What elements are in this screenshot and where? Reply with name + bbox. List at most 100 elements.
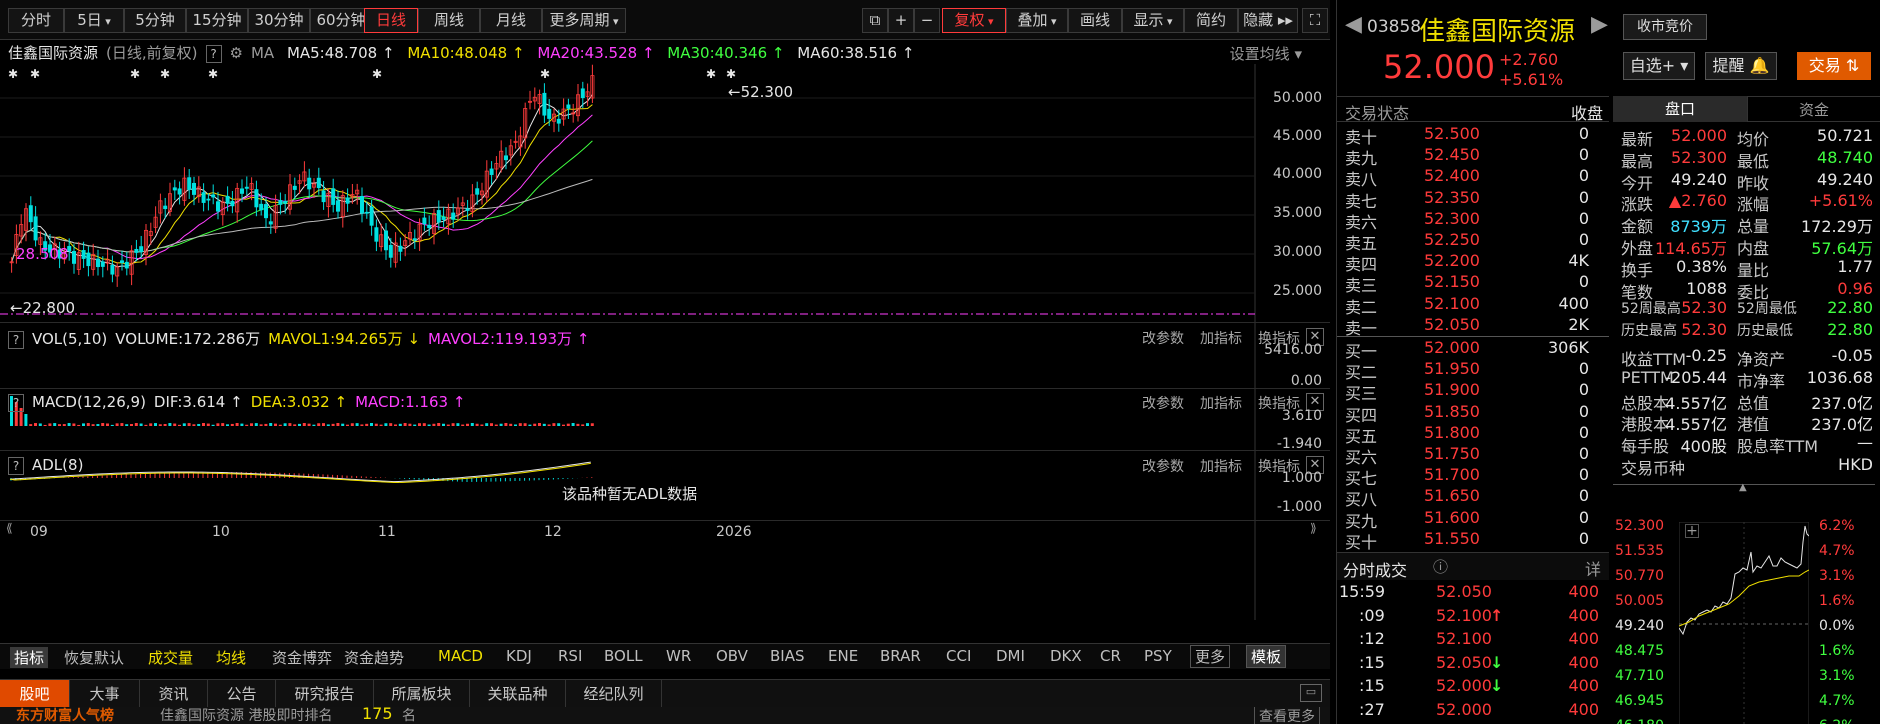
indicator-tab-17[interactable]: DKX <box>1050 647 1082 665</box>
asks-row[interactable]: 卖十 52.500 0 <box>1345 124 1607 147</box>
period-button-5min[interactable]: 5分钟 <box>124 8 186 33</box>
tab-broker-queue[interactable]: 经纪队列 <box>566 680 662 708</box>
display-button[interactable]: 显示 <box>1122 8 1184 33</box>
fullscreen-icon[interactable]: ⛶ <box>1302 8 1328 33</box>
ticks-detail-button[interactable]: 详 <box>1585 556 1601 580</box>
indicator-tab-16[interactable]: DMI <box>996 647 1025 665</box>
indicator-tab-0[interactable]: 指标 <box>10 647 49 668</box>
tab-related[interactable]: 关联品种 <box>470 680 566 708</box>
next-stock-icon[interactable]: ▶ <box>1591 12 1608 37</box>
indicator-tab-4[interactable]: 资金博弈 <box>272 647 332 668</box>
tab-funds[interactable]: 资金 <box>1747 96 1880 122</box>
tab-sectors[interactable]: 所属板块 <box>374 680 470 708</box>
period-button-monthly[interactable]: 月线 <box>480 8 542 33</box>
add-indicator-link[interactable]: 加指标 <box>1200 459 1242 475</box>
view-more-button[interactable]: 查看更多 <box>1254 707 1320 724</box>
panel-toggle-icon[interactable]: ▭ <box>1300 684 1322 702</box>
bids-row[interactable]: 买五 51.800 0 <box>1345 423 1607 446</box>
indicator-tab-14[interactable]: BRAR <box>880 647 921 665</box>
tab-news[interactable]: 资讯 <box>140 680 208 708</box>
indicator-tab-6[interactable]: MACD <box>438 647 483 665</box>
info-icon[interactable]: ⓘ <box>1433 556 1448 577</box>
adjust-button[interactable]: 复权 <box>942 8 1006 33</box>
alert-button[interactable]: 提醒 🔔 <box>1705 52 1777 80</box>
add-watchlist-button[interactable]: 自选+ ▾ <box>1623 52 1695 80</box>
indicator-tab-15[interactable]: CCI <box>946 647 971 665</box>
scroll-left-icon[interactable]: ⟪ <box>6 521 13 535</box>
asks-row[interactable]: 卖六 52.300 0 <box>1345 209 1607 232</box>
indicator-tab-9[interactable]: BOLL <box>604 647 643 665</box>
asks-row[interactable]: 卖二 52.100 400 <box>1345 294 1607 317</box>
period-button-daily[interactable]: 日线 <box>364 8 418 33</box>
bids-row[interactable]: 买八 51.650 0 <box>1345 486 1607 509</box>
bids-row[interactable]: 买一 52.000 306K <box>1345 338 1607 361</box>
indicator-tab-13[interactable]: ENE <box>828 647 858 665</box>
asks-row[interactable]: 卖五 52.250 0 <box>1345 230 1607 253</box>
add-indicator-link[interactable]: 加指标 <box>1200 396 1242 412</box>
asks-row[interactable]: 卖七 52.350 0 <box>1345 188 1607 211</box>
indicator-tab-20[interactable]: 更多 <box>1190 645 1231 668</box>
period-button-60min[interactable]: 60分钟 <box>310 8 372 33</box>
edit-params-link[interactable]: 改参数 <box>1142 331 1184 347</box>
indicator-tab-11[interactable]: OBV <box>716 647 748 665</box>
zoom-in-icon[interactable]: + <box>888 8 914 33</box>
indicator-tab-8[interactable]: RSI <box>558 647 582 665</box>
ma60-line <box>11 178 593 262</box>
bids-row[interactable]: 买四 51.850 0 <box>1345 402 1607 425</box>
tab-events[interactable]: 大事 <box>70 680 140 708</box>
bids-row[interactable]: 买七 51.700 0 <box>1345 465 1607 488</box>
bids-row[interactable]: 买九 51.600 0 <box>1345 508 1607 531</box>
indicator-tab-21[interactable]: 模板 <box>1246 645 1287 668</box>
indicator-tab-7[interactable]: KDJ <box>506 647 532 665</box>
bids-row[interactable]: 买三 51.900 0 <box>1345 380 1607 403</box>
indicator-tab-1[interactable]: 恢复默认 <box>64 647 124 668</box>
asks-row[interactable]: 卖八 52.400 0 <box>1345 166 1607 189</box>
indicator-tab-10[interactable]: WR <box>666 647 691 665</box>
tab-guba[interactable]: 股吧 <box>0 680 70 708</box>
indicator-tab-3[interactable]: 均线 <box>216 647 246 668</box>
mini-crosshair-icon[interactable]: + <box>1685 524 1699 538</box>
bids-row[interactable]: 买十 51.550 0 <box>1345 529 1607 552</box>
volume-bar <box>341 423 345 426</box>
indicator-tab-18[interactable]: CR <box>1100 647 1121 665</box>
stat-label: 交易币种 <box>1621 459 1686 478</box>
ma-settings-link[interactable]: 设置均线 ▾ <box>1230 43 1302 64</box>
indicator-tab-19[interactable]: PSY <box>1144 647 1172 665</box>
indicator-tab-5[interactable]: 资金趋势 <box>344 647 404 668</box>
hide-button[interactable]: 隐藏 ▸▸ <box>1238 8 1298 33</box>
tab-announcements[interactable]: 公告 <box>208 680 276 708</box>
indicator-tab-2[interactable]: 成交量 <box>148 647 193 668</box>
scroll-right-icon[interactable]: ⟫ <box>1310 521 1317 535</box>
indicator-tab-12[interactable]: BIAS <box>770 647 805 665</box>
adl-help-icon[interactable]: ? <box>8 457 24 475</box>
asks-row[interactable]: 卖四 52.200 4K <box>1345 251 1607 274</box>
tab-research[interactable]: 研究报告 <box>276 680 374 708</box>
asks-row[interactable]: 卖三 52.150 0 <box>1345 272 1607 295</box>
prev-stock-icon[interactable]: ◀ <box>1345 12 1362 37</box>
trade-button[interactable]: 交易 ⇅ <box>1797 52 1871 80</box>
edit-params-link[interactable]: 改参数 <box>1142 396 1184 412</box>
period-button-intraday[interactable]: 分时 <box>8 8 64 33</box>
asks-row[interactable]: 卖一 52.050 2K <box>1345 315 1607 338</box>
add-indicator-link[interactable]: 加指标 <box>1200 331 1242 347</box>
overlay-button[interactable]: 叠加 <box>1006 8 1068 33</box>
period-button-5day[interactable]: 5日 <box>64 8 124 33</box>
layout-icon[interactable]: ⧉ <box>862 8 888 33</box>
asks-row[interactable]: 卖九 52.450 0 <box>1345 145 1607 168</box>
period-button-30min[interactable]: 30分钟 <box>248 8 310 33</box>
zoom-out-icon[interactable]: − <box>914 8 940 33</box>
bids-row[interactable]: 买六 51.750 0 <box>1345 444 1607 467</box>
period-button-weekly[interactable]: 周线 <box>418 8 480 33</box>
vol-help-icon[interactable]: ? <box>8 331 24 349</box>
draw-button[interactable]: 画线 <box>1068 8 1122 33</box>
tab-handicap[interactable]: 盘口 <box>1613 96 1747 122</box>
macd-help-icon[interactable]: ? <box>8 394 24 412</box>
simple-button[interactable]: 简约 <box>1184 8 1238 33</box>
gear-icon[interactable]: ⚙ <box>230 44 243 62</box>
bids-row[interactable]: 买二 51.950 0 <box>1345 359 1607 382</box>
edit-params-link[interactable]: 改参数 <box>1142 459 1184 475</box>
period-button-15min[interactable]: 15分钟 <box>186 8 248 33</box>
more-periods-button[interactable]: 更多周期 <box>542 8 626 33</box>
collapse-icon[interactable]: ▲ <box>1739 482 1747 493</box>
help-icon[interactable]: ? <box>205 45 222 63</box>
